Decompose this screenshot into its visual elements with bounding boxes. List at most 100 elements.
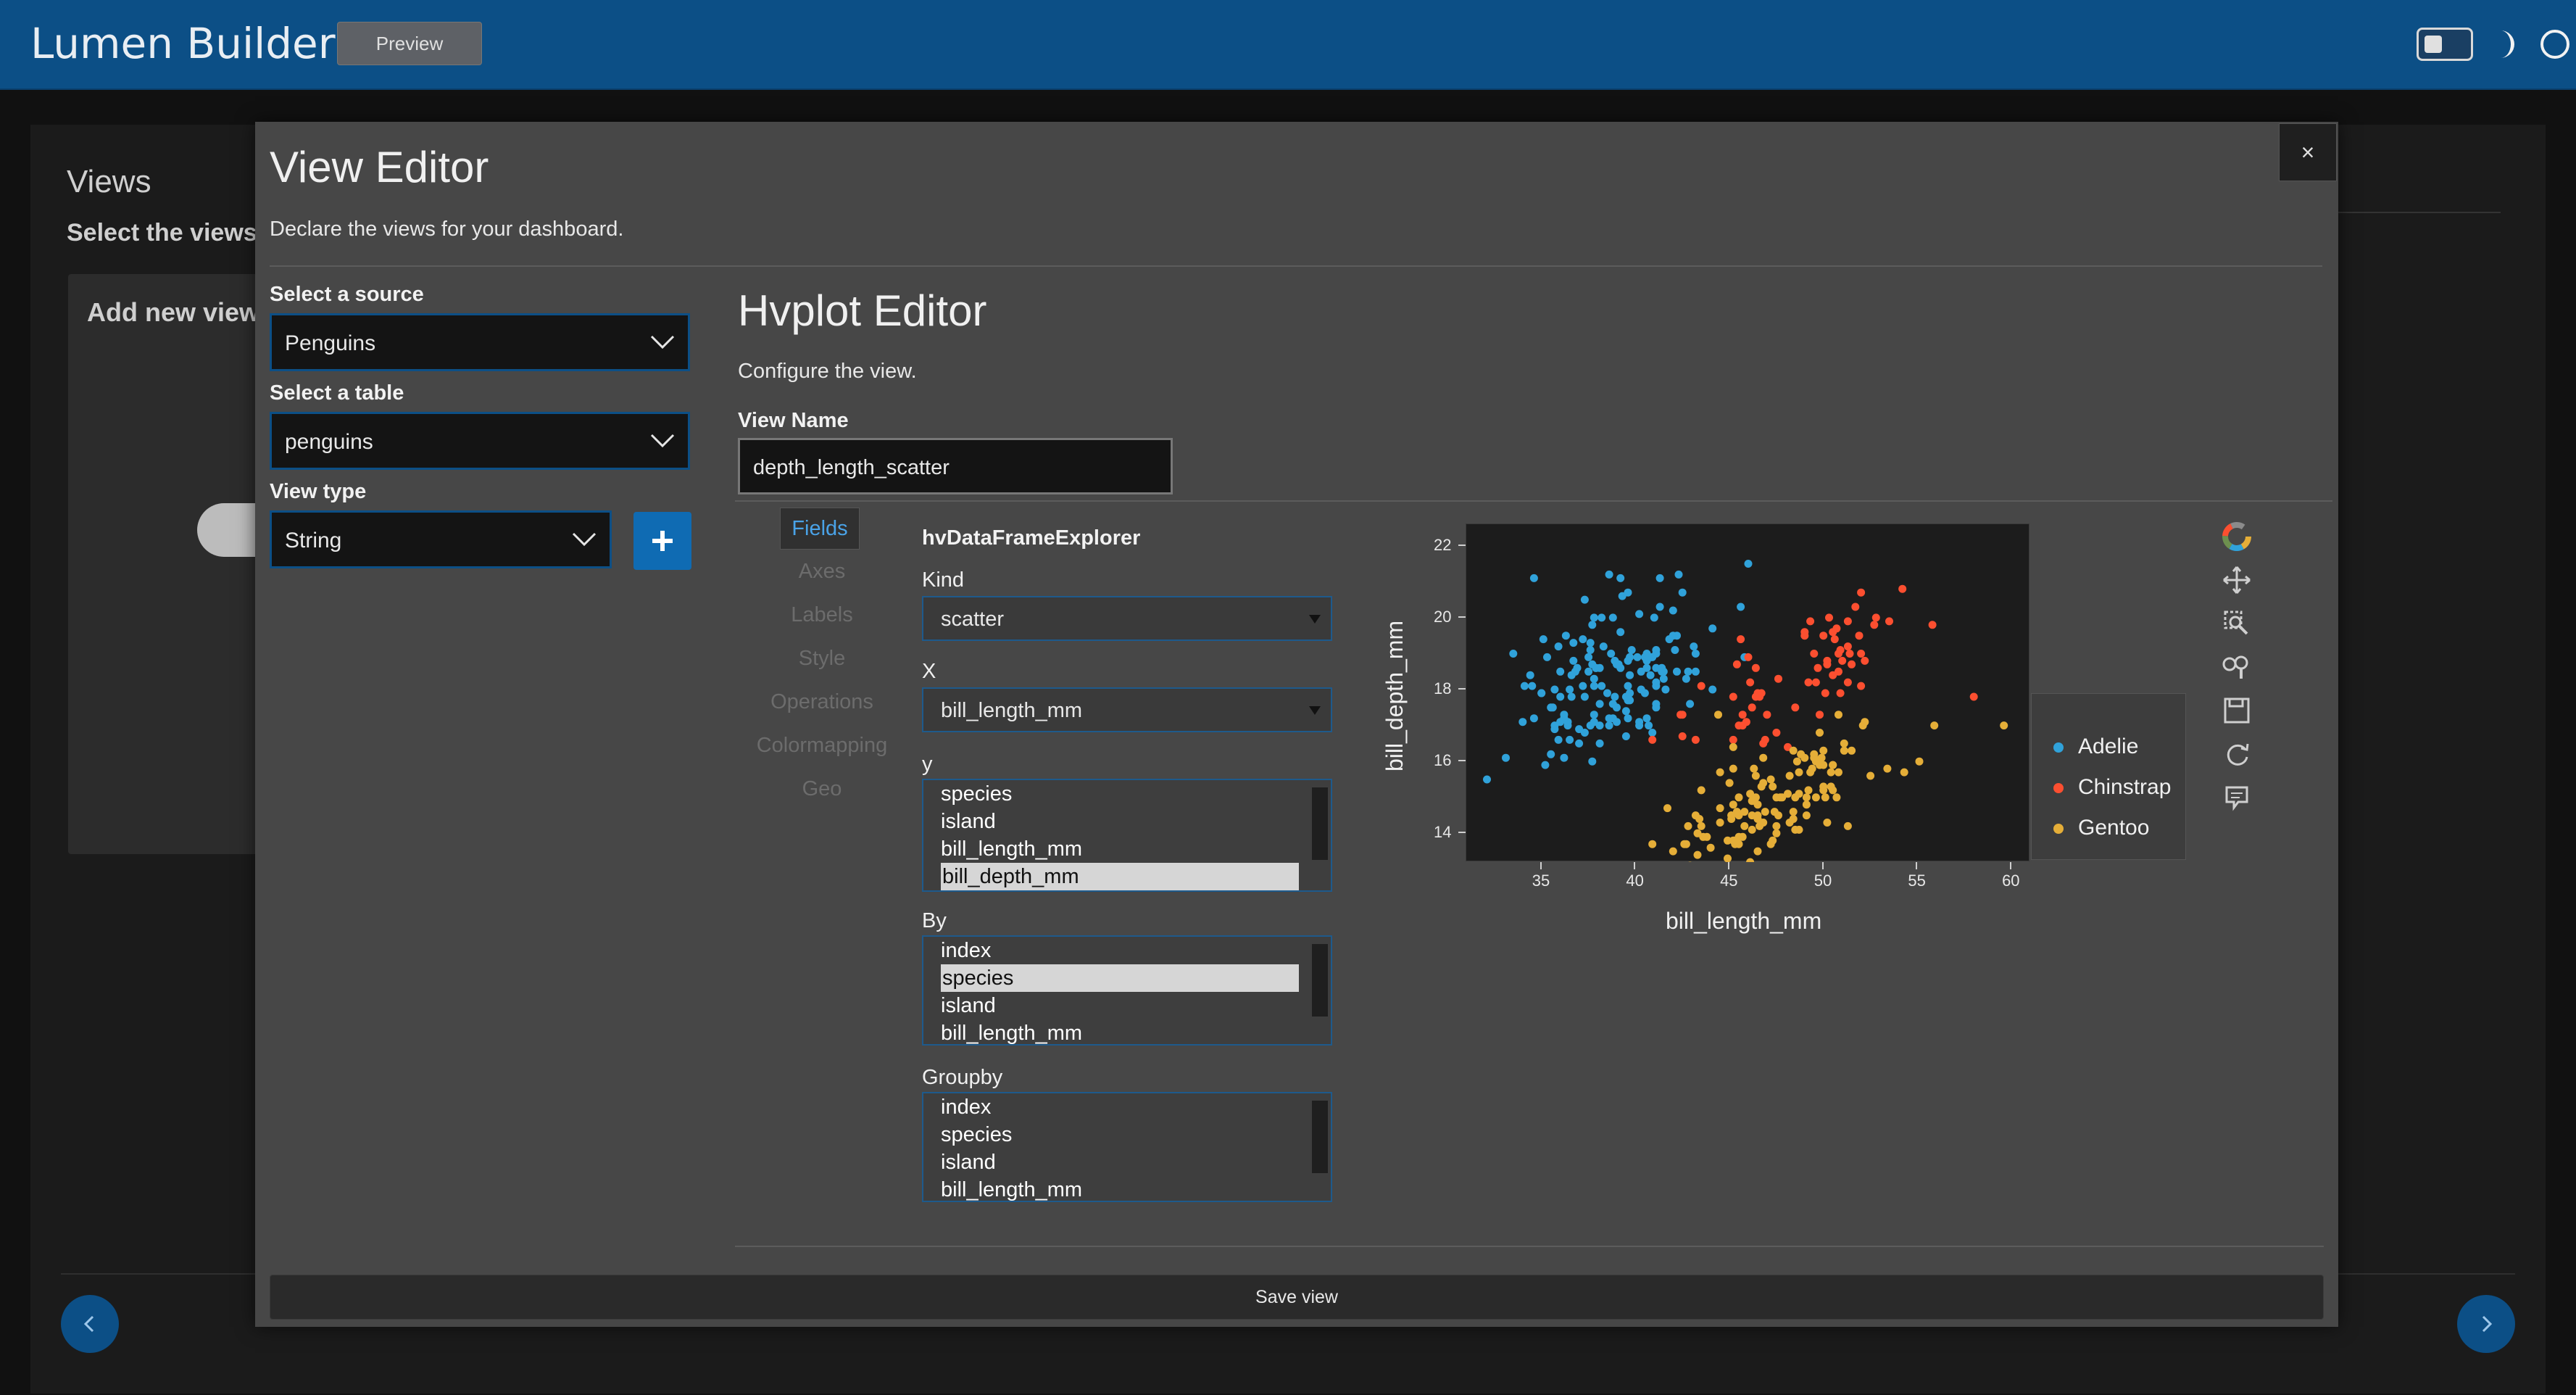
- tab-axes[interactable]: Axes: [749, 560, 894, 584]
- y-option[interactable]: island: [923, 808, 1299, 835]
- by-multiselect[interactable]: index species island bill_length_mm: [922, 935, 1332, 1046]
- bokeh-logo-icon[interactable]: [2221, 521, 2253, 552]
- scatter-point-gentoo: [1746, 858, 1755, 866]
- by-option[interactable]: bill_length_mm: [923, 1019, 1299, 1044]
- plot-area[interactable]: [1466, 523, 2029, 870]
- scrollbar[interactable]: [1312, 944, 1328, 1017]
- by-option[interactable]: index: [923, 937, 1299, 964]
- pan-icon[interactable]: [2221, 564, 2253, 596]
- scatter-point-adelie: [1590, 682, 1598, 690]
- groupby-option[interactable]: island: [923, 1148, 1299, 1176]
- scatter-point-gentoo: [1716, 819, 1724, 827]
- preview-button[interactable]: Preview: [337, 22, 482, 65]
- x-tick-mark: [2010, 862, 2012, 869]
- circle-icon[interactable]: [2537, 26, 2573, 62]
- theme-toggle[interactable]: [2417, 28, 2473, 61]
- previous-button[interactable]: [61, 1295, 119, 1353]
- scatter-point-gentoo: [1753, 800, 1762, 809]
- scatter-point-adelie: [1567, 692, 1576, 701]
- moon-icon[interactable]: [2488, 26, 2524, 62]
- scatter-point-chinstrap: [1737, 635, 1745, 644]
- scatter-point-adelie: [1579, 635, 1587, 644]
- groupby-option[interactable]: bill_length_mm: [923, 1176, 1299, 1201]
- kind-select[interactable]: scatter: [922, 596, 1332, 641]
- add-view-type-button[interactable]: [633, 512, 691, 570]
- save-view-button[interactable]: Save view: [270, 1275, 2324, 1320]
- y-option[interactable]: bill_length_mm: [923, 835, 1299, 863]
- chevron-down-icon: [650, 335, 675, 349]
- scatter-point-adelie: [1691, 667, 1700, 676]
- add-view-card-title: Add new view: [87, 297, 260, 327]
- scatter-point-adelie: [1626, 671, 1634, 679]
- scatter-point-adelie: [1673, 632, 1681, 640]
- legend-item-chinstrap[interactable]: Chinstrap: [2053, 775, 2171, 800]
- scatter-point-adelie: [1690, 642, 1698, 651]
- scatter-point-chinstrap: [1830, 635, 1839, 644]
- scatter-point-adelie: [1550, 685, 1559, 694]
- scatter-point-chinstrap: [1791, 703, 1800, 712]
- box-zoom-icon[interactable]: [2221, 608, 2253, 639]
- tab-colormapping[interactable]: Colormapping: [749, 734, 894, 758]
- scatter-point-adelie: [1529, 574, 1538, 582]
- view-name-input[interactable]: depth_length_scatter: [738, 438, 1173, 494]
- chevron-down-icon: [650, 434, 675, 448]
- tab-geo[interactable]: Geo: [749, 777, 894, 801]
- x-tick-mark: [1540, 862, 1542, 869]
- x-select[interactable]: bill_length_mm: [922, 687, 1332, 732]
- scatter-point-adelie: [1584, 653, 1593, 661]
- scrollbar[interactable]: [1312, 787, 1328, 860]
- scatter-point-gentoo: [1789, 815, 1798, 823]
- scatter-point-gentoo: [1769, 782, 1777, 791]
- view-type-select-value: String: [285, 529, 342, 552]
- scatter-point-adelie: [1529, 714, 1538, 723]
- y-tick-label: 20: [1434, 607, 1452, 626]
- x-label: X: [922, 660, 936, 683]
- scatter-point-gentoo: [1693, 850, 1702, 859]
- scatter-point-adelie: [1588, 757, 1597, 766]
- scatter-point-gentoo: [1748, 825, 1756, 834]
- scatter-point-adelie: [1595, 739, 1604, 748]
- y-multiselect[interactable]: species island bill_length_mm bill_depth…: [922, 779, 1332, 892]
- app-title: Lumen Builder: [30, 19, 336, 68]
- scatter-point-adelie: [1548, 703, 1557, 712]
- x-tick-label: 40: [1626, 872, 1644, 890]
- tab-labels[interactable]: Labels: [749, 603, 894, 627]
- by-option[interactable]: island: [923, 992, 1299, 1019]
- scatter-point-chinstrap: [1751, 692, 1760, 701]
- groupby-option[interactable]: species: [923, 1121, 1299, 1148]
- hover-icon[interactable]: [2221, 782, 2253, 814]
- y-option[interactable]: species: [923, 780, 1299, 808]
- scatter-point-chinstrap: [1748, 703, 1756, 712]
- scatter-point-gentoo: [1848, 746, 1856, 755]
- scatter-point-adelie: [1590, 674, 1598, 683]
- groupby-option[interactable]: index: [923, 1093, 1299, 1121]
- scatter-point-adelie: [1626, 689, 1634, 698]
- tab-operations[interactable]: Operations: [749, 690, 894, 714]
- legend-item-adelie[interactable]: Adelie: [2053, 734, 2138, 759]
- wheel-zoom-icon[interactable]: [2221, 651, 2253, 683]
- scatter-point-gentoo: [1772, 821, 1781, 830]
- tab-style[interactable]: Style: [749, 647, 894, 671]
- view-type-select[interactable]: String: [270, 510, 612, 568]
- legend-item-gentoo[interactable]: Gentoo: [2053, 816, 2149, 840]
- next-button[interactable]: [2457, 1295, 2515, 1353]
- scatter-point-chinstrap: [1746, 678, 1755, 687]
- scatter-point-adelie: [1611, 692, 1619, 701]
- y-tick-mark: [1458, 544, 1466, 546]
- save-icon[interactable]: [2221, 695, 2253, 727]
- scatter-point-chinstrap: [1811, 678, 1820, 687]
- scatter-point-chinstrap: [1648, 735, 1657, 744]
- legend-swatch: [2053, 783, 2064, 794]
- source-select[interactable]: Penguins: [270, 313, 690, 371]
- y-option-selected[interactable]: bill_depth_mm: [941, 863, 1299, 890]
- by-option-selected[interactable]: species: [941, 964, 1299, 992]
- groupby-multiselect[interactable]: index species island bill_length_mm: [922, 1092, 1332, 1202]
- reset-icon[interactable]: [2221, 738, 2253, 770]
- scatter-point-adelie: [1588, 621, 1597, 629]
- close-button[interactable]: ×: [2279, 123, 2337, 181]
- scatter-point-adelie: [1597, 682, 1606, 690]
- tab-fields[interactable]: Fields: [780, 508, 860, 550]
- scatter-point-adelie: [1543, 653, 1551, 661]
- table-select[interactable]: penguins: [270, 412, 690, 470]
- scrollbar[interactable]: [1312, 1101, 1328, 1173]
